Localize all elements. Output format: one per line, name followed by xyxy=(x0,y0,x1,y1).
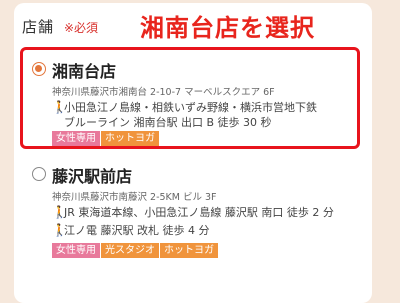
tag-women-only: 女性専用 xyxy=(52,243,100,258)
store-name: 藤沢駅前店 xyxy=(52,167,133,186)
required-mark: ※必須 xyxy=(64,21,99,35)
instruction-banner: 湘南台店を選択 xyxy=(140,14,315,42)
radio-fujisawa[interactable] xyxy=(32,167,46,181)
tag-light-studio: 光スタジオ xyxy=(101,243,159,258)
access-line: 江ノ電 藤沢駅 改札 徒歩 4 分 xyxy=(64,224,210,237)
store-field-label: 店舗 xyxy=(22,18,55,36)
access-line: JR 東海道本線、小田急江ノ島線 藤沢駅 南口 徒歩 2 分 xyxy=(64,206,334,219)
tag-hot-yoga: ホットヨガ xyxy=(160,243,218,258)
selection-highlight-box xyxy=(20,47,360,149)
store-address: 神奈川県藤沢市南藤沢 2-5KM ビル 3F xyxy=(52,192,217,203)
